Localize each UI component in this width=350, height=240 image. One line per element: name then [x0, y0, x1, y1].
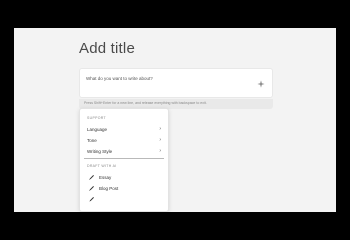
chevron-right-icon: › — [159, 126, 161, 132]
menu-item-label: Tone — [87, 137, 97, 143]
draft-section-title: DRAFT WITH AI — [87, 164, 117, 168]
page-title[interactable]: Add title — [79, 40, 135, 57]
ai-prompt-input[interactable]: What do you want to write about? — [79, 68, 273, 98]
menu-item-tone[interactable]: Tone › — [80, 135, 168, 145]
menu-item-label: Writing Style — [87, 148, 113, 154]
support-section-title: SUPPORT — [87, 116, 106, 120]
sparkle-icon[interactable] — [256, 79, 266, 89]
editor-canvas: Add title What do you want to write abou… — [14, 28, 336, 212]
pen-icon — [87, 184, 95, 192]
menu-item-partial[interactable] — [80, 194, 168, 204]
menu-item-label: Essay — [99, 174, 112, 180]
menu-item-language[interactable]: Language › — [80, 124, 168, 134]
menu-item-writing-style[interactable]: Writing Style › — [80, 146, 168, 156]
menu-item-essay[interactable]: Essay — [80, 172, 168, 182]
hint-text: Press Shift+Enter for a new line, and re… — [84, 101, 207, 105]
menu-item-label: Language — [87, 126, 108, 132]
pen-icon — [87, 195, 95, 203]
menu-item-label: Blog Post — [99, 185, 119, 191]
chevron-right-icon: › — [159, 137, 161, 143]
chevron-right-icon: › — [159, 148, 161, 154]
pen-icon — [87, 173, 95, 181]
menu-divider — [84, 158, 164, 159]
prompt-placeholder: What do you want to write about? — [86, 76, 153, 81]
menu-item-blog-post[interactable]: Blog Post — [80, 183, 168, 193]
ai-command-menu: SUPPORT Language › Tone › Writing Style … — [79, 108, 169, 212]
